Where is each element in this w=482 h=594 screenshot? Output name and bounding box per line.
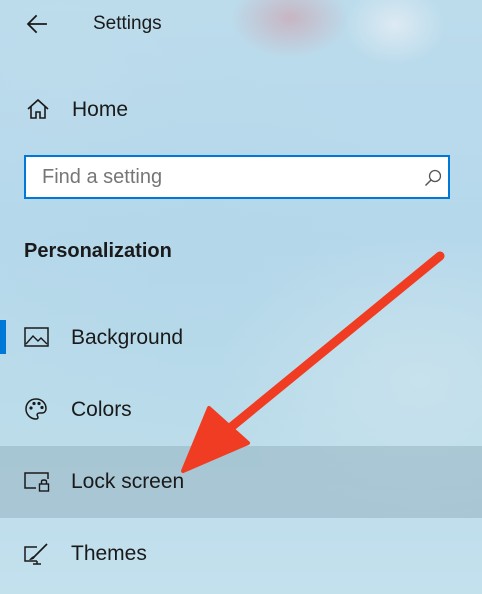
lock-screen-icon bbox=[24, 472, 50, 492]
back-button[interactable] bbox=[18, 6, 54, 42]
home-nav-item[interactable]: Home bbox=[0, 88, 482, 132]
back-arrow-icon bbox=[26, 14, 47, 34]
search-box[interactable] bbox=[24, 155, 450, 199]
nav-item-label: Background bbox=[71, 326, 184, 349]
nav-item-themes[interactable]: Themes bbox=[0, 518, 482, 590]
home-label: Home bbox=[72, 98, 129, 121]
nav-item-lock-screen[interactable]: Lock screen bbox=[0, 446, 482, 518]
window-title: Settings bbox=[93, 13, 162, 34]
nav-item-background[interactable]: Background bbox=[0, 302, 482, 374]
nav-item-colors[interactable]: Colors bbox=[0, 374, 482, 446]
nav-item-label: Lock screen bbox=[71, 470, 185, 493]
home-icon bbox=[27, 98, 49, 119]
nav-item-label: Themes bbox=[71, 542, 147, 565]
search-input[interactable] bbox=[42, 157, 402, 197]
brush-icon bbox=[24, 543, 48, 565]
palette-icon bbox=[25, 398, 47, 420]
section-title: Personalization bbox=[24, 240, 172, 262]
search-icon[interactable] bbox=[424, 169, 442, 187]
nav-item-label: Colors bbox=[71, 398, 132, 421]
picture-icon bbox=[24, 327, 49, 347]
